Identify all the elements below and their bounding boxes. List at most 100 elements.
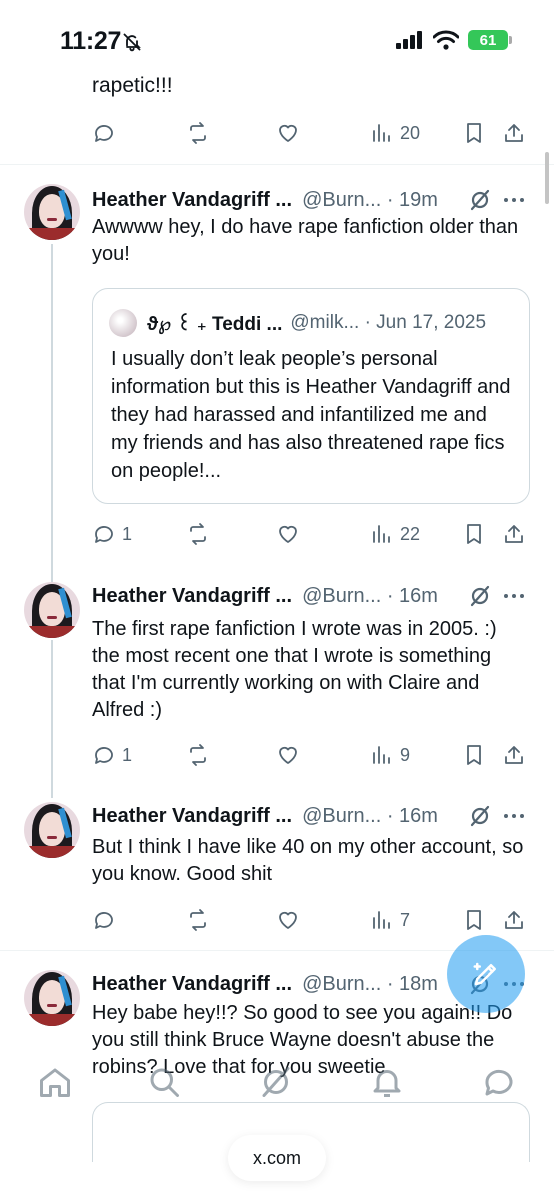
bookmark-button[interactable] (462, 121, 486, 145)
grok-icon[interactable] (258, 1064, 294, 1100)
reply-icon (95, 912, 113, 929)
thread-line (51, 640, 53, 798)
repost-button[interactable] (186, 522, 216, 546)
views-icon (373, 525, 390, 543)
share-icon (505, 525, 523, 543)
share-button[interactable] (502, 908, 526, 932)
handle-time[interactable]: @Burn... · 19m (302, 189, 438, 212)
display-name[interactable]: Heather Vandagriff ... (92, 189, 292, 212)
grok-icon[interactable] (468, 804, 492, 828)
handle-time[interactable]: @Burn... · 18m (302, 973, 438, 996)
views-icon (373, 911, 390, 929)
messages-icon[interactable] (481, 1064, 517, 1100)
status-indicators: 61 (396, 30, 512, 50)
home-icon[interactable] (37, 1064, 73, 1100)
browser-url-bar[interactable]: x.com (228, 1135, 326, 1181)
more-icon[interactable] (502, 804, 526, 828)
bookmark-icon (467, 524, 481, 544)
divider (0, 164, 554, 165)
display-name[interactable]: Heather Vandagriff ... (92, 585, 292, 608)
tweet-text: But I think I have like 40 on my other a… (92, 836, 524, 885)
reply-icon (95, 747, 113, 764)
repost-icon (190, 523, 206, 545)
avatar[interactable] (24, 802, 80, 858)
tweet-text: Awwww hey, I do have rape fanfiction old… (92, 216, 519, 265)
heart-icon (279, 124, 297, 142)
reply-button[interactable] (92, 908, 122, 932)
more-icon[interactable] (502, 584, 526, 608)
bookmark-button[interactable] (462, 743, 486, 767)
tweet-actions: 1 9 (92, 743, 532, 773)
share-button[interactable] (502, 743, 526, 767)
partial-tweet-text: rapetic!!! (92, 74, 173, 97)
views-button[interactable]: 20 (370, 121, 420, 145)
bookmark-icon (467, 745, 481, 765)
tweet-header: Heather Vandagriff ... @Burn... · 16m (92, 802, 532, 830)
quote-header: ϑ℘ ꒰ ₊ Teddi ... @milk... · Jun 17, 2025 (109, 309, 486, 337)
thread-line (51, 244, 53, 584)
reply-icon (95, 526, 113, 543)
display-name[interactable]: Heather Vandagriff ... (92, 805, 292, 828)
share-icon (505, 911, 523, 929)
browser-url: x.com (252, 1147, 301, 1168)
quote-tweet[interactable]: ϑ℘ ꒰ ₊ Teddi ... @milk... · Jun 17, 2025… (92, 288, 530, 504)
reply-button[interactable] (92, 121, 122, 145)
like-button[interactable] (276, 743, 306, 767)
repost-icon (190, 122, 206, 144)
battery-indicator: 61 (468, 30, 512, 50)
tweet-text: The first rape fanfiction I wrote was in… (92, 618, 497, 721)
repost-button[interactable] (186, 121, 216, 145)
heart-icon (279, 746, 297, 764)
compose-button[interactable] (447, 935, 525, 1013)
display-name[interactable]: Heather Vandagriff ... (92, 973, 292, 996)
bookmark-button[interactable] (462, 908, 486, 932)
more-icon[interactable] (502, 188, 526, 212)
status-bar: 11:27 61 (0, 0, 554, 70)
wifi-icon (433, 30, 459, 50)
tweet-actions: 1 22 (92, 522, 532, 552)
quote-handle-time: @milk... · Jun 17, 2025 (290, 312, 487, 333)
avatar[interactable] (24, 184, 80, 240)
quote-display-name: ϑ℘ ꒰ ₊ Teddi ... (147, 314, 283, 335)
quote-text: I usually don’t leak people’s personal i… (111, 348, 511, 482)
repost-button[interactable] (186, 743, 216, 767)
tweet-header: Heather Vandagriff ... @Burn... · 16m (92, 582, 532, 610)
avatar[interactable] (24, 970, 80, 1026)
bell-muted-icon (123, 33, 141, 52)
grok-icon[interactable] (468, 584, 492, 608)
reply-button[interactable]: 1 (92, 522, 132, 546)
heart-icon (279, 525, 297, 543)
share-icon (505, 746, 523, 764)
like-button[interactable] (276, 121, 306, 145)
share-button[interactable] (502, 121, 526, 145)
compose-icon (473, 962, 496, 986)
heart-icon (279, 911, 297, 929)
tweet-actions: 7 (92, 908, 532, 938)
share-button[interactable] (502, 522, 526, 546)
tweet-header: Heather Vandagriff ... @Burn... · 19m (92, 186, 532, 214)
bottom-nav (0, 1050, 554, 1120)
like-button[interactable] (276, 908, 306, 932)
avatar[interactable] (24, 582, 80, 638)
handle-time[interactable]: @Burn... · 16m (302, 585, 438, 608)
reply-button[interactable]: 1 (92, 743, 132, 767)
notifications-icon[interactable] (369, 1064, 405, 1100)
repost-icon (190, 744, 206, 766)
bookmark-icon (467, 123, 481, 143)
quote-avatar (109, 309, 137, 337)
handle-time[interactable]: @Burn... · 16m (302, 805, 438, 828)
scrollbar[interactable] (545, 152, 549, 204)
search-icon[interactable] (146, 1064, 182, 1100)
views-button[interactable]: 7 (370, 908, 410, 932)
like-button[interactable] (276, 522, 306, 546)
share-icon (505, 124, 523, 142)
repost-button[interactable] (186, 908, 216, 932)
views-button[interactable]: 9 (370, 743, 410, 767)
views-icon (373, 124, 390, 142)
views-icon (373, 746, 390, 764)
status-time: 11:27 (60, 27, 122, 55)
bookmark-button[interactable] (462, 522, 486, 546)
views-button[interactable]: 22 (370, 522, 420, 546)
cellular-signal-icon (396, 31, 422, 49)
grok-icon[interactable] (468, 188, 492, 212)
